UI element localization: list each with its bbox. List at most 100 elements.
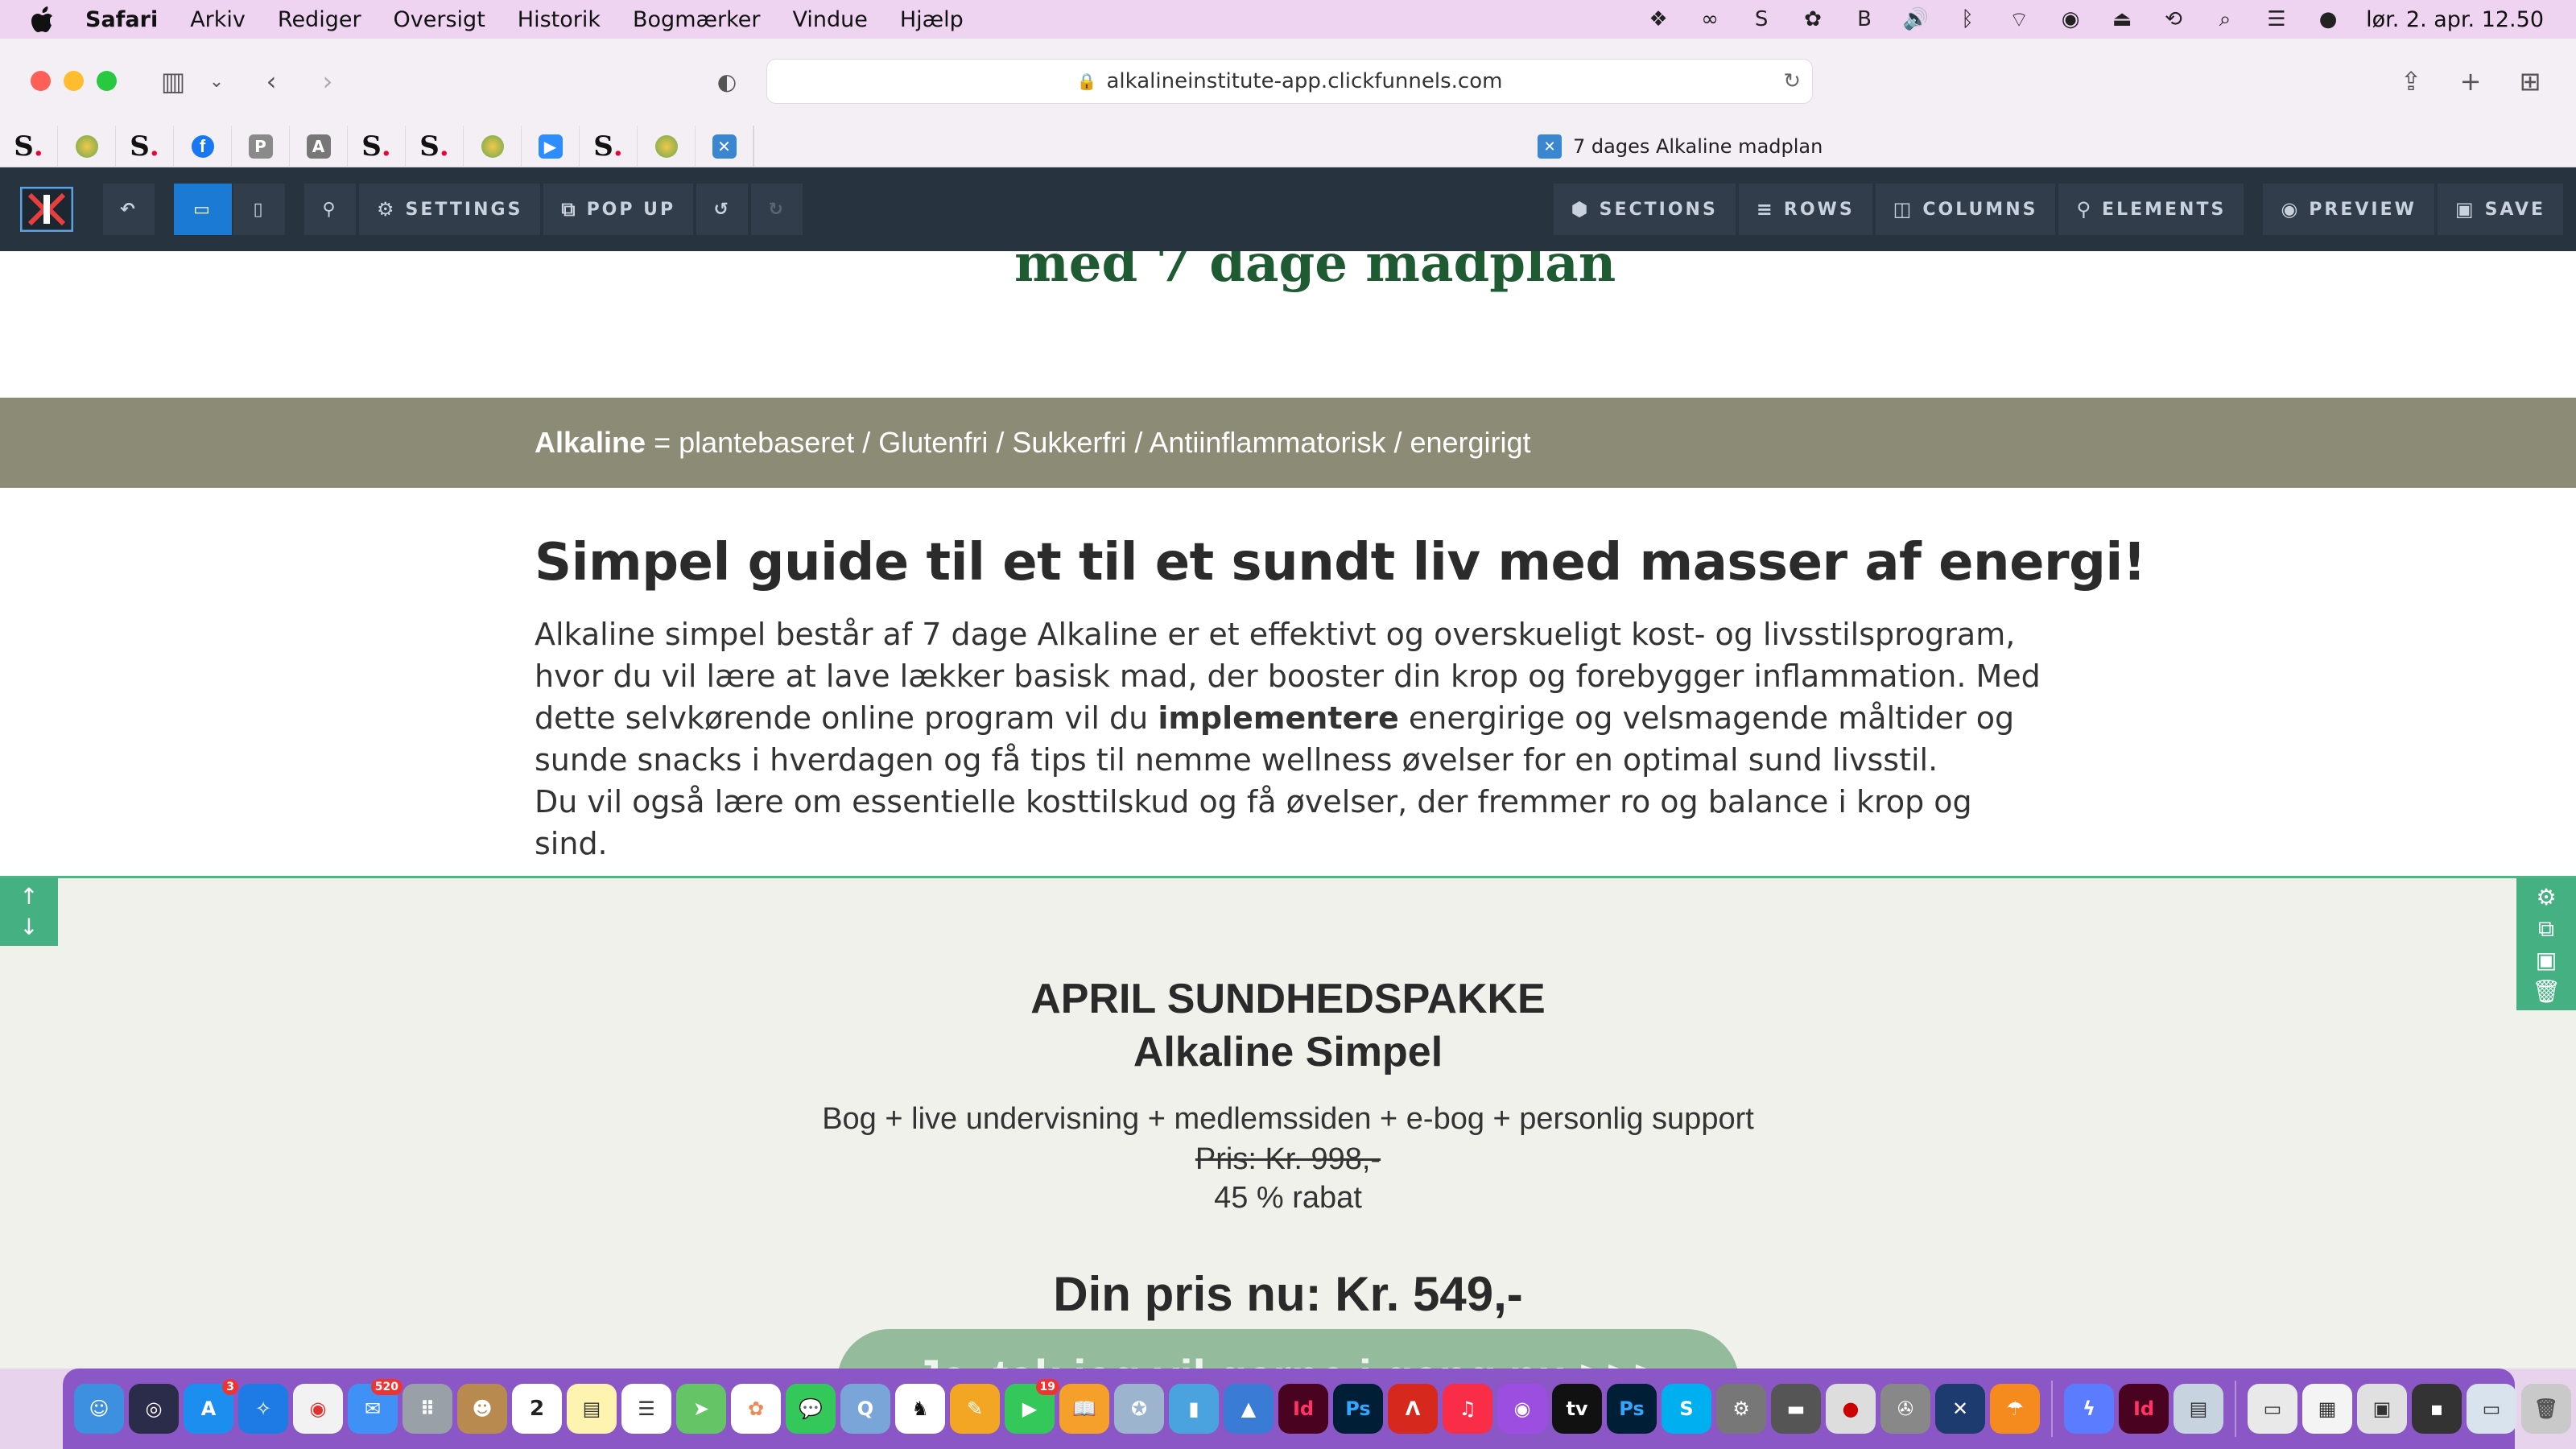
- pinned-tab-green-circle[interactable]: [638, 125, 696, 167]
- launchpad-icon[interactable]: ⠿: [402, 1384, 452, 1434]
- forward-icon[interactable]: ›: [308, 61, 348, 101]
- pinned-tab-s[interactable]: S.: [580, 125, 638, 167]
- menu-bogmaerker[interactable]: Bogmærker: [633, 7, 760, 32]
- books-icon[interactable]: 📖: [1059, 1384, 1109, 1434]
- finder-icon[interactable]: ☺: [74, 1384, 124, 1434]
- xcode-like-icon[interactable]: ✕: [1935, 1384, 1985, 1434]
- calendar-icon[interactable]: 2: [512, 1384, 562, 1434]
- address-bar[interactable]: 🔒 alkalineinstitute-app.clickfunnels.com…: [766, 59, 1813, 104]
- arrow-down-icon[interactable]: ↓: [19, 912, 38, 943]
- pinned-tab-green-circle[interactable]: [58, 125, 116, 167]
- pinned-tab-green-circle[interactable]: [464, 125, 522, 167]
- apple-tv-icon[interactable]: tv: [1552, 1384, 1602, 1434]
- rows-button[interactable]: ≡ ROWS: [1738, 184, 1872, 235]
- time-machine-icon[interactable]: ⟲: [2160, 6, 2187, 33]
- save-button[interactable]: ▣ SAVE: [2437, 184, 2563, 235]
- apple-icon[interactable]: [29, 6, 56, 33]
- popup-button[interactable]: ⧉ POP UP: [543, 184, 694, 235]
- record-icon[interactable]: ●: [1826, 1384, 1876, 1434]
- folder-stack-icon[interactable]: ▣: [2357, 1384, 2407, 1434]
- creative-cloud-icon[interactable]: ∞: [1696, 6, 1724, 33]
- menu-rediger[interactable]: Rediger: [278, 7, 361, 32]
- menu-arkiv[interactable]: Arkiv: [190, 7, 246, 32]
- copy-icon[interactable]: ⧉: [2538, 915, 2554, 943]
- messenger-icon[interactable]: ϟ: [2064, 1384, 2114, 1434]
- package-subtitle[interactable]: Alkaline Simpel: [0, 1028, 2576, 1076]
- share-icon[interactable]: ⇪: [2391, 61, 2431, 101]
- tab-overview-icon[interactable]: ⊞: [2510, 61, 2550, 101]
- menu-hjaelp[interactable]: Hjælp: [900, 7, 964, 32]
- zoom-window-button[interactable]: [97, 71, 117, 91]
- bi-icon[interactable]: B: [1851, 6, 1878, 33]
- clickfunnels-logo[interactable]: [18, 184, 76, 235]
- sections-button[interactable]: ⬢ SECTIONS: [1553, 184, 1736, 235]
- minimize-window-button[interactable]: [64, 71, 84, 91]
- pinned-tab-s[interactable]: S.: [0, 125, 58, 167]
- zoom-icon[interactable]: ▶: [522, 125, 580, 167]
- mobile-view-icon[interactable]: ▯: [233, 184, 285, 235]
- system-preferences-icon[interactable]: ⚙: [1716, 1384, 1766, 1434]
- downloads-stack-icon[interactable]: ▭: [2248, 1384, 2297, 1434]
- pinned-tab-s[interactable]: S.: [348, 125, 406, 167]
- undo-icon[interactable]: ↺: [696, 184, 749, 235]
- film-reel-icon[interactable]: ✇: [1880, 1384, 1930, 1434]
- columns-button[interactable]: ◫ COLUMNS: [1875, 184, 2056, 235]
- sidebar-toggle-icon[interactable]: ▥: [153, 61, 193, 101]
- screenshot-stack-icon[interactable]: ▪: [2412, 1384, 2462, 1434]
- window-stack-icon[interactable]: ▭: [2467, 1384, 2516, 1434]
- podcasts-icon[interactable]: ◉: [1497, 1384, 1547, 1434]
- photos-icon[interactable]: ✿: [731, 1384, 781, 1434]
- cta-button[interactable]: Ja, tak jeg vil gerne i gang nu >>>: [837, 1329, 1739, 1368]
- back-icon[interactable]: ‹: [251, 61, 291, 101]
- acrobat-icon[interactable]: ᐱ: [1388, 1384, 1438, 1434]
- arrow-up-icon[interactable]: ↑: [19, 881, 38, 912]
- reload-icon[interactable]: ↻: [1783, 69, 1801, 93]
- guide-title[interactable]: Simpel guide til et til et sundt liv med…: [535, 533, 2146, 592]
- settings-button[interactable]: ⚙ SETTINGS: [359, 184, 541, 235]
- headline-partial[interactable]: med 7 dage madplan: [1014, 251, 1616, 294]
- user-icon[interactable]: ◉: [2057, 6, 2084, 33]
- scrivener-icon[interactable]: S: [1748, 6, 1775, 33]
- elements-button[interactable]: ⚲ ELEMENTS: [2058, 184, 2244, 235]
- pinned-tab-a[interactable]: A: [290, 125, 348, 167]
- package-title[interactable]: APRIL SUNDHEDSPAKKE: [0, 975, 2576, 1023]
- save-icon[interactable]: ▣: [2536, 947, 2557, 973]
- mail-icon[interactable]: ✉ 520: [348, 1379, 402, 1434]
- pinned-tab-s[interactable]: S.: [116, 125, 174, 167]
- photoshop-2-icon[interactable]: Ps: [1607, 1384, 1657, 1434]
- tagline-bar[interactable]: Alkaline = plantebaseret / Glutenfri / S…: [0, 398, 2576, 488]
- maps-icon[interactable]: ➤: [676, 1384, 726, 1434]
- gear-flower-icon[interactable]: ✿: [1799, 6, 1827, 33]
- privacy-shield-icon[interactable]: ◐: [707, 61, 747, 101]
- new-tab-icon[interactable]: +: [2450, 61, 2491, 101]
- photoshop-icon[interactable]: Ps: [1333, 1384, 1383, 1434]
- pinned-tab-p[interactable]: P: [232, 125, 290, 167]
- safari-icon[interactable]: ✧: [238, 1384, 288, 1434]
- messages-icon[interactable]: 💬: [786, 1384, 836, 1434]
- undo-arrow-icon[interactable]: ↶: [103, 184, 155, 235]
- preview-window-icon[interactable]: ▤: [2174, 1384, 2223, 1434]
- quicktime-icon[interactable]: Q: [840, 1384, 890, 1434]
- menu-vindue[interactable]: Vindue: [793, 7, 868, 32]
- numbers-icon[interactable]: ▮: [1169, 1384, 1219, 1434]
- document-stack-icon[interactable]: ▦: [2302, 1384, 2352, 1434]
- package-old-price[interactable]: Pris: Kr. 998,-: [0, 1142, 2576, 1177]
- pinned-tab-s[interactable]: S.: [406, 125, 464, 167]
- facetime-icon[interactable]: ▶ 19: [1005, 1379, 1059, 1434]
- active-tab[interactable]: ✕ 7 dages Alkaline madplan: [1538, 126, 1823, 167]
- wifi-off-icon[interactable]: ⌔: [2005, 6, 2033, 33]
- clickfunnels-tab-icon[interactable]: ✕: [696, 125, 753, 167]
- desktop-view-icon[interactable]: ▭: [174, 184, 232, 235]
- chrome-icon[interactable]: ◉: [293, 1384, 343, 1434]
- keynote-icon[interactable]: ▲: [1224, 1384, 1274, 1434]
- pages-icon[interactable]: ✎: [950, 1384, 1000, 1434]
- reminders-icon[interactable]: ☰: [621, 1384, 671, 1434]
- reading-figure-icon[interactable]: ♞: [895, 1384, 945, 1434]
- package-section[interactable]: ↑ ↓ ⚙ ⧉ ▣ 🗑 APRIL SUNDHEDSPAKKE Alkaline…: [0, 876, 2576, 1368]
- bluetooth-icon[interactable]: ᛒ: [1954, 6, 1981, 33]
- preview-button[interactable]: ◉ PREVIEW: [2263, 184, 2434, 235]
- facebook-icon[interactable]: f: [174, 125, 232, 167]
- menubar-clock[interactable]: lør. 2. apr. 12.50: [2366, 7, 2544, 32]
- hard-drive-icon[interactable]: ▬: [1771, 1384, 1821, 1434]
- music-icon[interactable]: ♫: [1443, 1384, 1492, 1434]
